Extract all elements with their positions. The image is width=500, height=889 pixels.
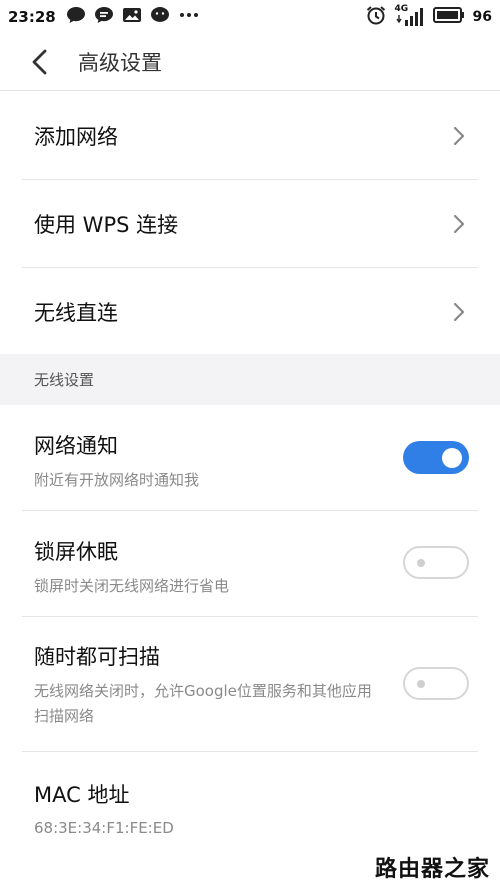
always-scan-toggle[interactable]	[403, 667, 469, 700]
sleep-on-lock-toggle[interactable]	[403, 546, 469, 579]
toggle-knob	[417, 679, 425, 688]
add-network-row[interactable]: 添加网络	[0, 92, 500, 180]
status-left: 23:28	[8, 6, 200, 28]
section-header-wireless-settings: 无线设置	[0, 354, 500, 405]
page-title: 高级设置	[78, 51, 162, 75]
message-icon	[94, 6, 114, 28]
network-notification-subtitle: 附近有开放网络时通知我	[34, 471, 200, 489]
gallery-icon	[122, 6, 142, 28]
wifi-direct-label: 无线直连	[34, 301, 118, 325]
wifi-direct-row[interactable]: 无线直连	[0, 268, 500, 356]
battery-icon	[432, 6, 465, 28]
mac-address-value: 68:3E:34:F1:FE:ED	[34, 819, 174, 837]
divider	[22, 616, 478, 617]
wps-connect-label: 使用 WPS 连接	[34, 213, 179, 237]
back-arrow-icon	[32, 49, 47, 75]
status-right: 4G 96	[365, 4, 492, 29]
toggle-knob	[417, 558, 425, 567]
more-dots-icon	[178, 6, 200, 28]
app-bar: 高级设置	[0, 34, 500, 91]
status-time: 23:28	[8, 8, 56, 26]
status-bar: 23:28 4G 96	[0, 0, 500, 34]
chat-bubble-icon	[66, 6, 86, 28]
battery-level: 96	[472, 9, 492, 25]
watermark-logo: 路由器之家	[374, 857, 490, 882]
always-scan-subtitle: 无线网络关闭时，允许Google位置服务和其他应用扫描网络	[34, 682, 372, 725]
network-notification-toggle[interactable]	[403, 441, 469, 474]
back-button[interactable]	[10, 34, 70, 91]
sleep-on-lock-subtitle: 锁屏时关闭无线网络进行省电	[34, 577, 230, 595]
mac-address-title: MAC 地址	[34, 783, 130, 807]
wps-connect-row[interactable]: 使用 WPS 连接	[0, 180, 500, 268]
alarm-clock-icon	[365, 5, 387, 29]
toggle-knob	[442, 447, 462, 468]
wechat-icon	[150, 6, 170, 28]
chevron-right-icon	[453, 126, 465, 146]
chevron-right-icon	[453, 214, 465, 234]
add-network-label: 添加网络	[34, 125, 118, 149]
divider	[22, 510, 478, 511]
signal-icon: 4G	[395, 4, 425, 27]
mac-address-row: MAC 地址 68:3E:34:F1:FE:ED	[0, 752, 500, 837]
chevron-right-icon	[453, 302, 465, 322]
